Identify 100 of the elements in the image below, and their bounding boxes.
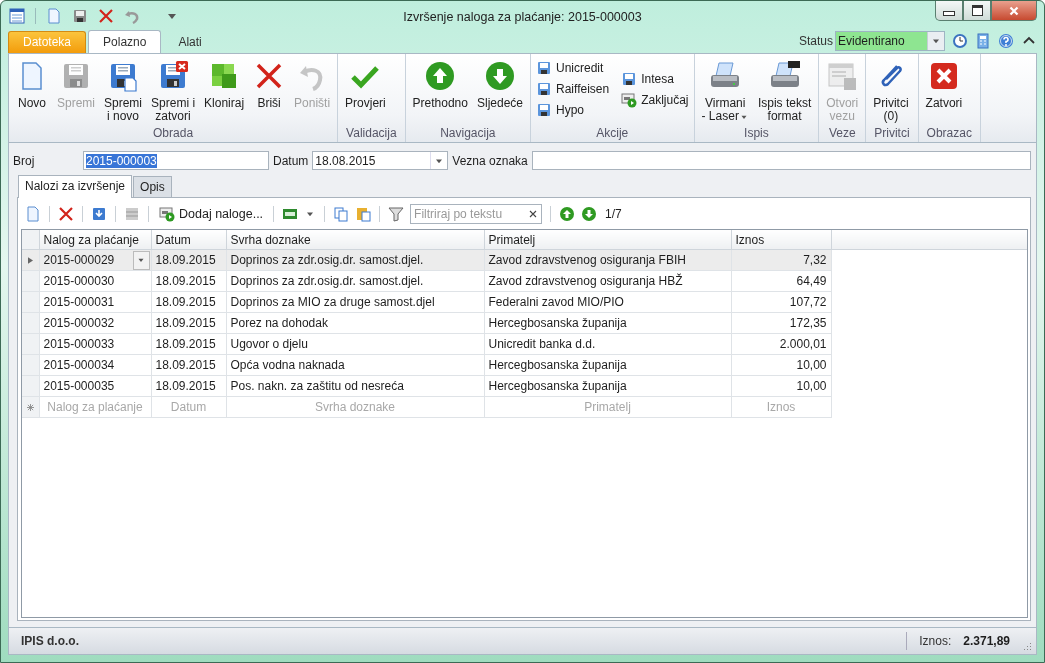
play-badge-icon [159,206,175,222]
copy-icon[interactable] [333,206,350,222]
column-header[interactable]: Primatelj [484,230,731,250]
filter-icon[interactable] [388,206,405,222]
table-cell: Zavod zdravstvenog osiguranja FBIH [488,253,686,267]
paste-icon[interactable] [355,206,372,222]
ribbon-button[interactable]: Intesa [619,70,691,87]
search-field[interactable]: Filtriraj po tekstu [410,204,543,224]
date-field[interactable]: 18.08.2015 [312,151,449,170]
table-cell: Federalni zavod MIO/PIO [488,295,624,309]
column-header[interactable]: Nalog za plaćanje [39,230,151,250]
minimize-button[interactable] [935,1,963,21]
close-button[interactable] [991,1,1037,21]
ribbon-button[interactable]: Novo [12,57,52,110]
add-orders-button[interactable]: Dodaj naloge... [157,206,266,222]
status-dropdown[interactable]: Evidentirano [835,31,945,51]
table-cell: 18.09.2015 [155,337,216,351]
field-label: Vezna oznaka [452,153,528,168]
download-icon[interactable] [91,206,107,222]
ribbon-button[interactable]: Kloniraj [200,57,249,110]
table-cell: 10,00 [796,358,827,372]
ribbon-group-label: Validacija [345,126,398,142]
table-cell: Zavod zdravstvenog osiguranja HBŽ [488,274,683,288]
ribbon-button[interactable]: Provjeri [341,57,390,110]
table-cell: Pos. nakn. za zaštitu od nesreća [230,379,404,393]
resize-grip-icon[interactable] [1022,641,1032,651]
table-cell: 18.09.2015 [155,253,216,267]
maximize-button[interactable] [963,1,991,21]
table-cell: Unicredit banka d.d. [488,337,596,351]
total-label: Iznos: [919,634,952,648]
ribbon-button[interactable]: Spremi i zatvori [147,57,200,123]
table-cell: Opća vodna naknada [230,358,345,372]
table-cell: 10,00 [796,379,827,393]
table-cell: 172,35 [789,316,827,330]
ribbon-group-label: Veze [827,126,857,142]
tab[interactable]: Opis [133,176,172,197]
ribbon-button[interactable]: Prethodno [408,57,472,110]
field-label: Broj [13,153,36,168]
ribbon-tab[interactable]: Alati [163,30,217,53]
table-cell: 2.000,01 [779,337,827,351]
tab[interactable]: Nalozi za izvršenje [18,175,133,198]
save-icon[interactable] [72,7,88,24]
table-cell: Porez na dohodak [230,316,328,330]
table-cell: 2015-000029 [43,253,115,267]
ribbon-group-label: Navigacija [439,126,497,142]
ribbon-button[interactable]: Privitci (0) [869,57,913,123]
table-cell: Hercegbosanska županija [488,358,627,372]
help-icon[interactable] [998,33,1014,49]
app-icon[interactable] [9,7,25,24]
window-icon [826,60,859,92]
ribbon-button[interactable]: Virmani - Laser [697,57,753,123]
delete-icon[interactable] [98,7,114,24]
ribbon-tab[interactable]: Polazno [88,30,162,54]
column-header[interactable]: Iznos [731,230,831,250]
play-badge-icon [621,91,638,108]
table-cell: 2015-000033 [43,337,115,351]
table-cell: Ugovor o djelu [230,337,308,351]
table-cell: 2015-000032 [43,316,115,330]
record-position: 1/7 [605,207,622,221]
table-cell: 18.09.2015 [155,295,216,309]
table-cell: 18.09.2015 [155,274,216,288]
table-cell: Hercegbosanska županija [488,379,627,393]
table-cell: 2015-000030 [43,274,115,288]
ribbon-button[interactable]: Briši [249,57,290,110]
new-document-icon[interactable] [25,206,41,222]
table-cell: 2015-000031 [43,295,115,309]
table-cell: 2015-000035 [43,379,115,393]
calculator-icon[interactable] [975,33,991,49]
ribbon-group-label: Obrazac [925,126,973,142]
company-name: IPIS d.o.o. [21,634,80,648]
input-field[interactable] [531,151,1031,170]
ribbon-group-label: Akcije [595,126,630,142]
ribbon-button[interactable]: Raiffeisen [534,81,612,97]
table-cell: 18.09.2015 [155,316,216,330]
ribbon-button[interactable]: Ispis tekst format [753,57,816,123]
ribbon-group-label: Privitci [873,126,911,142]
column-header[interactable]: Svrha doznake [226,230,484,250]
ribbon-button[interactable]: Zaključaj [619,91,691,108]
ribbon-button[interactable]: Spremi i novo [100,57,147,123]
total-value: 2.371,89 [963,634,1010,648]
ribbon-group-label: Obrada [152,126,195,142]
ribbon-button[interactable]: Hypo [534,102,612,118]
ribbon-button[interactable]: Sljedeće [473,57,527,110]
table-cell: 18.09.2015 [155,358,216,372]
ribbon-button[interactable]: Unicredit [534,60,612,76]
cell-dropdown-button[interactable] [132,250,150,270]
ribbon-button[interactable]: Zatvori [921,57,967,110]
table-cell: 2015-000034 [43,358,115,372]
input-field[interactable]: 2015-000003 [83,151,269,170]
window-title: Izvršenje naloga za plaćanje: 2015-000003 [403,8,642,24]
table-cell: Doprinos za MIO za druge samost.djel [230,295,435,309]
table-cell: Doprinos za zdr.osig.dr. samost.djel. [230,253,424,267]
spreadsheet-icon[interactable] [282,206,299,222]
delete-icon[interactable] [58,206,74,222]
clock-icon[interactable] [952,33,968,49]
table-cell: 18.09.2015 [155,379,216,393]
status-label: Status [798,34,833,48]
column-header[interactable]: Datum [151,230,226,250]
field-label: Datum [273,153,309,168]
table-cell: Hercegbosanska županija [488,316,627,330]
